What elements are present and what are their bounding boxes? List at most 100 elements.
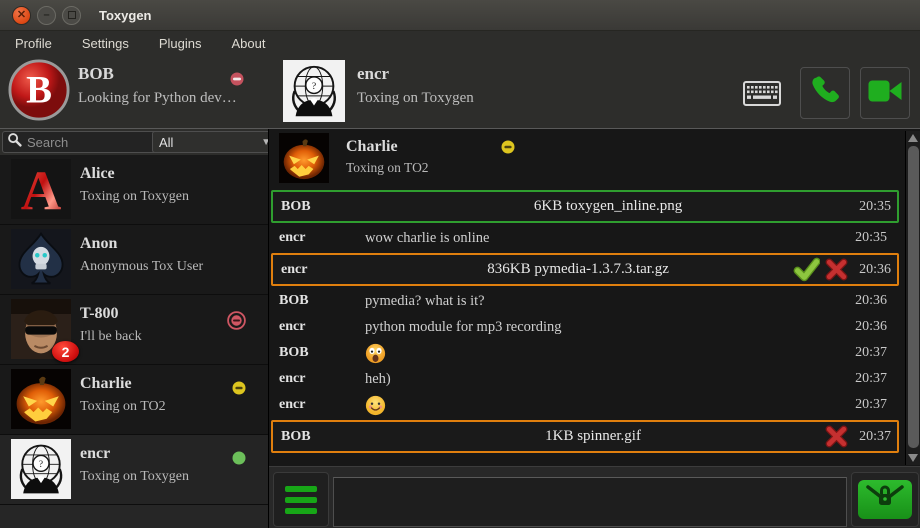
send-button-container bbox=[851, 472, 919, 527]
status-away-icon bbox=[232, 381, 246, 400]
contact-item[interactable]: T-800 I'll be back2 bbox=[0, 295, 268, 365]
svg-text:?: ? bbox=[312, 81, 316, 92]
contact-name: Anon bbox=[80, 235, 117, 253]
message-sender: encr bbox=[279, 319, 365, 335]
message-time: 20:35 bbox=[851, 199, 893, 215]
decline-transfer-button[interactable] bbox=[821, 424, 851, 449]
minimize-window-button[interactable]: – bbox=[37, 6, 56, 25]
message-text: python module for mp3 recording bbox=[365, 319, 562, 336]
search-box bbox=[2, 131, 158, 153]
contact-status-message: Anonymous Tox User bbox=[80, 259, 203, 275]
contact-item[interactable]: A Alice Toxing on Toxygen bbox=[0, 155, 268, 225]
message-sender: encr bbox=[279, 371, 365, 387]
menu-about[interactable]: About bbox=[216, 36, 280, 51]
video-call-button[interactable] bbox=[860, 67, 910, 119]
message-text: wow charlie is online bbox=[365, 230, 489, 247]
decline-transfer-button[interactable] bbox=[821, 257, 851, 282]
emoji-message-row: encr 20:37 bbox=[269, 392, 903, 418]
search-input[interactable] bbox=[25, 134, 153, 151]
message-time: 20:36 bbox=[855, 319, 897, 335]
contact-status-message: I'll be back bbox=[80, 329, 142, 345]
bob-letter-avatar[interactable]: B bbox=[8, 59, 70, 121]
message-time: 20:37 bbox=[855, 371, 897, 387]
self-name: BOB bbox=[78, 64, 114, 84]
menu-plugins[interactable]: Plugins bbox=[144, 36, 217, 51]
pumpkin-avatar bbox=[11, 369, 71, 429]
contact-item[interactable]: Charlie Toxing on TO2 bbox=[0, 365, 268, 435]
message-sender: encr bbox=[281, 262, 365, 278]
contact-filter-value: All bbox=[159, 135, 173, 150]
audio-call-button[interactable] bbox=[800, 67, 850, 119]
sidebar: All ▼ A Alice Toxing on Toxygen Anon Ano… bbox=[0, 129, 268, 528]
chat-peer-name: Charlie bbox=[346, 138, 398, 156]
contact-name: Alice bbox=[80, 165, 115, 183]
file-transfer-label: 6KB toxygen_inline.png bbox=[365, 198, 851, 215]
file-transfer-row: encr 836KB pymedia-1.3.7.3.tar.gz 20:36 bbox=[271, 253, 899, 286]
contact-name: T-800 bbox=[80, 305, 119, 323]
status-busy-ring-icon bbox=[227, 311, 246, 335]
message-time: 20:35 bbox=[855, 230, 897, 246]
message-input[interactable] bbox=[333, 477, 847, 527]
contact-item[interactable]: ? encr Toxing on Toxygen bbox=[0, 435, 268, 505]
status-away-icon bbox=[501, 140, 515, 159]
message-time: 20:36 bbox=[851, 262, 893, 278]
accept-transfer-button[interactable] bbox=[791, 256, 821, 283]
contact-filter-dropdown[interactable]: All ▼ bbox=[152, 131, 278, 153]
emoji-message-row: BOB 20:37 bbox=[269, 340, 903, 366]
chat-area: Charlie Toxing on TO2 BOB 6KB toxygen_in… bbox=[268, 129, 920, 528]
hamburger-icon bbox=[285, 486, 317, 492]
contact-status-message: Toxing on TO2 bbox=[80, 399, 166, 415]
scrollbar[interactable] bbox=[905, 131, 920, 465]
encrypted-send-icon bbox=[863, 482, 907, 517]
message-sender: encr bbox=[279, 397, 365, 413]
self-status-message: Looking for Python dev… bbox=[78, 90, 237, 107]
peer-name: encr bbox=[357, 64, 389, 84]
maximize-window-button[interactable] bbox=[62, 6, 81, 25]
message-time: 20:37 bbox=[851, 429, 893, 445]
text-message-row: encr heh) 20:37 bbox=[269, 366, 903, 392]
contact-status-message: Toxing on Toxygen bbox=[80, 189, 189, 205]
message-sender: encr bbox=[279, 230, 365, 246]
scroll-thumb[interactable] bbox=[908, 146, 919, 448]
file-transfer-row: BOB 6KB toxygen_inline.png20:35 bbox=[271, 190, 899, 223]
self-status-busy-icon[interactable] bbox=[230, 72, 244, 91]
message-history: Charlie Toxing on TO2 BOB 6KB toxygen_in… bbox=[269, 129, 903, 465]
send-message-button[interactable] bbox=[858, 480, 912, 519]
message-sender: BOB bbox=[279, 293, 365, 309]
scroll-down-button[interactable] bbox=[908, 454, 918, 462]
text-message-row: BOB pymedia? what is it? 20:36 bbox=[269, 288, 903, 314]
spade-skull-avatar bbox=[11, 229, 71, 289]
text-message-row: encr wow charlie is online 20:35 bbox=[269, 225, 903, 251]
message-sender: BOB bbox=[279, 345, 365, 361]
keyboard-icon[interactable] bbox=[743, 81, 781, 111]
file-transfer-label: 836KB pymedia-1.3.7.3.tar.gz bbox=[365, 261, 791, 278]
unread-count-badge: 2 bbox=[52, 341, 79, 362]
close-window-button[interactable]: ✕ bbox=[12, 6, 31, 25]
top-panel: B BOB Looking for Python dev… ? encr Tox… bbox=[0, 56, 920, 129]
file-transfer-label: 1KB spinner.gif bbox=[365, 428, 821, 445]
chat-peer-status-message: Toxing on TO2 bbox=[346, 160, 429, 176]
message-time: 20:37 bbox=[855, 397, 897, 413]
menu-profile[interactable]: Profile bbox=[0, 36, 67, 51]
anonymous-avatar: ? bbox=[11, 439, 71, 499]
window-title: Toxygen bbox=[99, 8, 152, 23]
video-camera-icon bbox=[867, 76, 903, 111]
chat-menu-button[interactable] bbox=[273, 472, 329, 527]
contact-list: A Alice Toxing on Toxygen Anon Anonymous… bbox=[0, 155, 268, 505]
title-bar: ✕ – Toxygen bbox=[0, 0, 920, 31]
peer-status-message: Toxing on Toxygen bbox=[357, 90, 474, 107]
svg-text:A: A bbox=[21, 161, 62, 219]
message-text: heh) bbox=[365, 371, 391, 388]
svg-text:?: ? bbox=[39, 460, 43, 470]
contact-name: Charlie bbox=[80, 375, 132, 393]
toxygen-window: ✕ – Toxygen Profile Settings Plugins Abo… bbox=[0, 0, 920, 528]
anonymous-avatar: ? bbox=[283, 60, 345, 122]
menu-bar: Profile Settings Plugins About bbox=[0, 31, 920, 56]
search-row: All ▼ bbox=[0, 129, 268, 155]
composer bbox=[269, 466, 920, 528]
scroll-up-button[interactable] bbox=[908, 134, 918, 142]
contact-item[interactable]: Anon Anonymous Tox User bbox=[0, 225, 268, 295]
search-icon bbox=[7, 132, 25, 152]
menu-settings[interactable]: Settings bbox=[67, 36, 144, 51]
message-time: 20:37 bbox=[855, 345, 897, 361]
